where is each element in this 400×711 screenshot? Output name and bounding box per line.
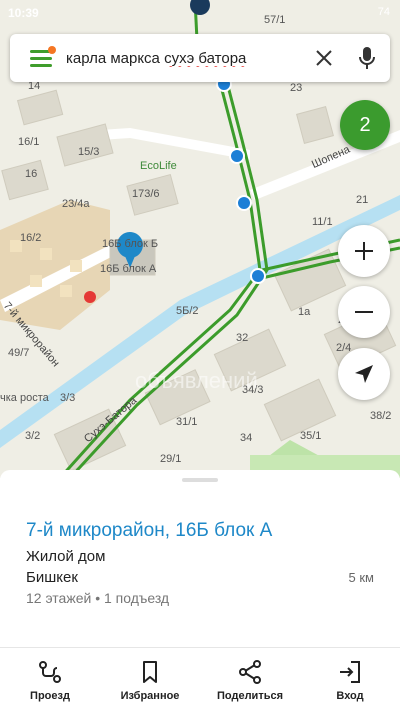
- building-label: 49/7: [8, 347, 30, 359]
- building-label: 16/2: [20, 232, 42, 244]
- search-bar[interactable]: карла маркса сухэ батора: [10, 34, 390, 82]
- notification-dot: [48, 46, 56, 54]
- route-button[interactable]: Проезд: [0, 653, 100, 711]
- divider: [0, 647, 400, 648]
- building-label: 34: [240, 432, 253, 444]
- layers-count-button[interactable]: 2: [340, 100, 390, 150]
- share-button[interactable]: Поделиться: [200, 653, 300, 711]
- building-label: 16Б блок Б: [102, 238, 159, 250]
- share-icon: [239, 660, 261, 684]
- navigation-arrow-icon: [355, 365, 373, 383]
- minus-icon: [355, 311, 373, 313]
- bookmark-icon: [143, 661, 157, 683]
- entrance-icon: [340, 661, 360, 683]
- action-bar: Проезд Избранное Поделиться Вход: [0, 653, 400, 711]
- building-label: 15/3: [78, 146, 100, 158]
- building-label: 16/1: [18, 136, 40, 148]
- plus-icon: [355, 242, 373, 260]
- building-label: 1а: [298, 306, 311, 318]
- sheet-handle[interactable]: [182, 478, 218, 482]
- place-type: Жилой дом: [26, 548, 106, 565]
- building-label: 38/2: [370, 410, 392, 422]
- favorites-label: Избранное: [120, 690, 180, 702]
- entrance-label: Вход: [336, 690, 364, 702]
- battery-level: 74: [377, 6, 390, 18]
- place-distance: 5 км: [348, 570, 374, 585]
- zoom-out-button[interactable]: [338, 286, 390, 338]
- menu-button[interactable]: [10, 34, 66, 82]
- building-label: 16: [25, 168, 38, 180]
- building-label: чка роста: [0, 392, 49, 404]
- place-card[interactable]: 7-й микрорайон, 16Б блок А Жилой дом Биш…: [0, 470, 400, 711]
- route-label: Проезд: [30, 690, 70, 702]
- building-label: 35/1: [300, 430, 322, 442]
- building-label: 3/3: [60, 392, 76, 404]
- building-label: 11/1: [312, 216, 333, 228]
- microphone-icon: [359, 47, 375, 69]
- route-icon: [39, 661, 61, 683]
- watermark: объявлений: [135, 368, 258, 393]
- building-label: 31/1: [176, 416, 198, 428]
- favorites-button[interactable]: Избранное: [100, 653, 200, 711]
- share-label: Поделиться: [216, 690, 284, 702]
- close-icon: [316, 50, 332, 66]
- zoom-in-button[interactable]: [338, 225, 390, 277]
- building-label: 32: [236, 332, 249, 344]
- building-label: 173/6: [132, 188, 160, 200]
- building-label: 5Б/2: [176, 305, 199, 317]
- entrance-button[interactable]: Вход: [300, 653, 400, 711]
- hamburger-icon-line: [30, 57, 52, 60]
- clear-button[interactable]: [304, 34, 344, 82]
- search-input[interactable]: карла маркса сухэ батора: [66, 50, 304, 67]
- status-bar: 10:39 74: [0, 0, 400, 26]
- place-city: Бишкек: [26, 569, 78, 586]
- place-title: 7-й микрорайон, 16Б блок А: [26, 520, 273, 541]
- search-text-plain: карла маркса: [66, 49, 165, 67]
- search-text-misspelled: сухэ батора: [164, 49, 247, 67]
- building-label: 16Б блок А: [100, 263, 157, 275]
- building-label: 23: [290, 82, 303, 94]
- building-label: EcoLife: [140, 160, 177, 172]
- voice-search-button[interactable]: [344, 34, 390, 82]
- hamburger-icon-line: [30, 64, 52, 67]
- my-location-button[interactable]: [338, 348, 390, 400]
- building-label: 21: [356, 194, 369, 206]
- status-time: 10:39: [8, 6, 39, 20]
- building-label: 23/4а: [62, 198, 90, 210]
- place-details: 12 этажей • 1 подъезд: [26, 590, 170, 606]
- building-label: 29/1: [160, 453, 182, 465]
- building-label: 3/2: [25, 430, 41, 442]
